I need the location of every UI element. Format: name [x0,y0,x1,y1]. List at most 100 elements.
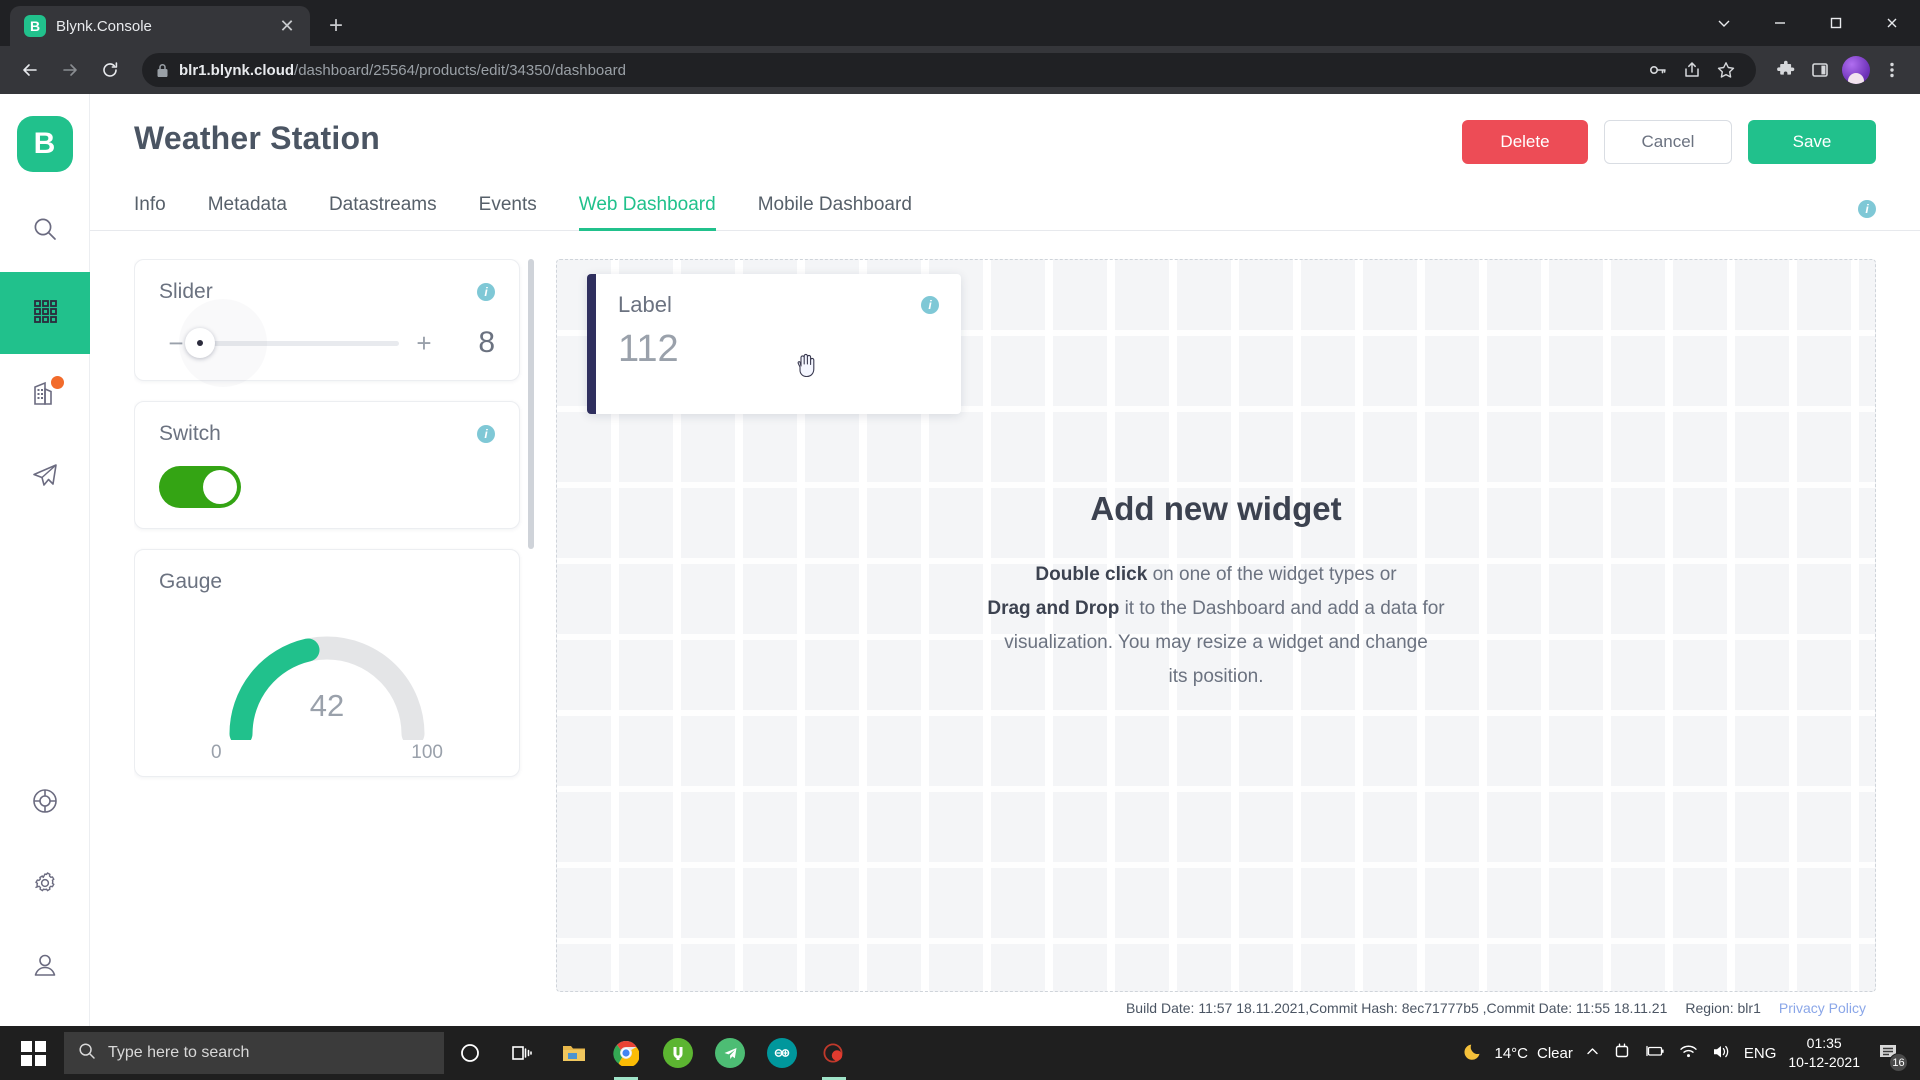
maximize-icon[interactable] [1808,0,1864,46]
key-icon[interactable] [1642,54,1674,86]
palette-widget-switch[interactable]: Switch i [134,401,520,529]
browser-toolbar: blr1.blynk.cloud/dashboard/25564/product… [0,46,1920,94]
url-path: /dashboard/25564/products/edit/34350/das… [294,61,626,79]
language-indicator[interactable]: ENG [1744,1045,1777,1062]
privacy-policy-link[interactable]: Privacy Policy [1779,1000,1866,1016]
puzzle-icon[interactable] [1770,54,1802,86]
switch-toggle[interactable] [159,466,241,508]
device-icon[interactable] [1613,1042,1631,1064]
window-close-icon[interactable] [1864,0,1920,46]
slider-value: 8 [478,326,495,359]
taskbar-clock[interactable]: 01:35 10-12-2021 [1788,1034,1860,1072]
weather-widget[interactable]: 14°C Clear [1463,1040,1573,1066]
three-dot-menu-icon[interactable] [1876,54,1908,86]
back-arrow-icon[interactable] [12,52,48,88]
sidebar-item-devices[interactable] [0,272,90,354]
dashboard-canvas[interactable]: Label i 112 Add new widget Double click … [556,259,1876,992]
taskbar-search-input[interactable]: Type here to search [64,1032,444,1074]
sidebar-item-organizations[interactable] [0,354,90,436]
sidebar-item-search[interactable] [0,190,90,272]
reload-icon[interactable] [92,52,128,88]
gauge-visual: 42 0 100 [159,608,495,764]
side-panel-icon[interactable] [1804,54,1836,86]
utorrent-icon [663,1038,693,1068]
widget-palette: Slider i − + 8 Switch i Gauge 42 0 100 [134,259,534,1026]
battery-icon[interactable] [1644,1043,1666,1063]
new-tab-icon[interactable]: + [316,6,356,46]
cortana-circle-icon[interactable] [444,1026,496,1080]
search-icon [78,1042,96,1065]
chevron-up-icon[interactable] [1585,1044,1600,1063]
minimize-icon[interactable] [1752,0,1808,46]
sidebar-item-account[interactable] [0,926,90,1008]
blynk-logo-icon[interactable]: B [16,116,73,172]
taskbar-app-utorrent[interactable] [652,1026,704,1080]
windows-start-icon[interactable] [6,1026,60,1080]
browser-window: B Blynk.Console ✕ + blr1.blynk.cloud/das… [0,0,1920,1026]
dashboard-widget-label[interactable]: Label i 112 [587,274,961,414]
widget-header: Label i [618,292,939,318]
wifi-icon[interactable] [1679,1043,1698,1063]
address-bar[interactable]: blr1.blynk.cloud/dashboard/25564/product… [142,53,1756,87]
sidebar-item-support[interactable] [0,762,90,844]
gauge-scale: 0 100 [211,742,443,764]
star-icon[interactable] [1710,54,1742,86]
save-button[interactable]: Save [1748,120,1876,164]
sidebar-item-settings[interactable] [0,844,90,926]
cancel-button[interactable]: Cancel [1604,120,1732,164]
info-icon[interactable]: i [477,425,495,443]
windows-taskbar: Type here to search 14°C Clear ENG 01:35… [0,1026,1920,1080]
omnibox-actions [1642,54,1742,86]
grab-hand-cursor-icon [794,350,820,385]
tab-metadata[interactable]: Metadata [208,194,287,230]
palette-widget-slider[interactable]: Slider i − + 8 [134,259,520,387]
close-icon[interactable]: ✕ [274,13,300,39]
widget-name: Switch [159,422,221,445]
widget-name: Slider [159,280,213,303]
lifebuoy-icon [29,785,61,822]
tab-mobile-dashboard[interactable]: Mobile Dashboard [758,194,912,230]
widget-name: Label [618,292,672,317]
slider-track[interactable] [179,299,399,387]
tray-icons: ENG [1585,1042,1777,1064]
chevron-down-icon[interactable] [1696,0,1752,46]
share-icon[interactable] [1676,54,1708,86]
forward-arrow-icon[interactable] [52,52,88,88]
taskbar-app-google-chrome[interactable] [600,1026,652,1080]
scrollbar-thumb[interactable] [528,259,534,549]
sidebar-item-send[interactable] [0,436,90,518]
browser-tab[interactable]: B Blynk.Console ✕ [10,6,310,46]
empty-text-bold-2: Drag and Drop [987,598,1120,619]
volume-icon[interactable] [1711,1043,1731,1064]
clock-date: 10-12-2021 [1788,1054,1860,1070]
empty-text-rest-1: on one of the widget types or [1147,564,1397,585]
header-actions: Delete Cancel Save [1462,120,1876,164]
page-content: B Weather Station Delete Cancel Save Inf… [0,94,1920,1026]
taskbar-app-telegram[interactable] [704,1026,756,1080]
palette-widget-gauge[interactable]: Gauge 42 0 100 [134,549,520,777]
tab-datastreams[interactable]: Datastreams [329,194,437,230]
notification-count: 16 [1889,1053,1908,1072]
slider-increment-button[interactable]: + [407,326,441,360]
empty-text-line-3: visualization. You may resize a widget a… [1004,632,1428,653]
task-view-icon[interactable] [496,1026,548,1080]
taskbar-app-file-explorer[interactable] [548,1026,600,1080]
info-icon[interactable]: i [1858,200,1876,218]
slider-control[interactable]: − + 8 [159,299,495,387]
avatar-icon[interactable] [1842,56,1870,84]
palette-scrollbar[interactable] [528,259,534,1026]
delete-button[interactable]: Delete [1462,120,1588,164]
taskbar-app-red-app[interactable] [808,1026,860,1080]
gauge-value: 42 [310,688,344,723]
app-footer: Build Date: 11:57 18.11.2021,Commit Hash… [556,992,1876,1026]
slider-knob[interactable] [185,328,215,358]
tab-web-dashboard[interactable]: Web Dashboard [578,194,716,231]
tab-events[interactable]: Events [479,194,537,230]
user-icon [30,950,60,985]
info-icon[interactable]: i [921,296,939,314]
tab-info[interactable]: Info [134,194,166,230]
page-title: Weather Station [134,120,380,156]
info-icon[interactable]: i [477,283,495,301]
taskbar-app-arduino-ide[interactable] [756,1026,808,1080]
notification-icon[interactable]: 16 [1872,1036,1908,1072]
